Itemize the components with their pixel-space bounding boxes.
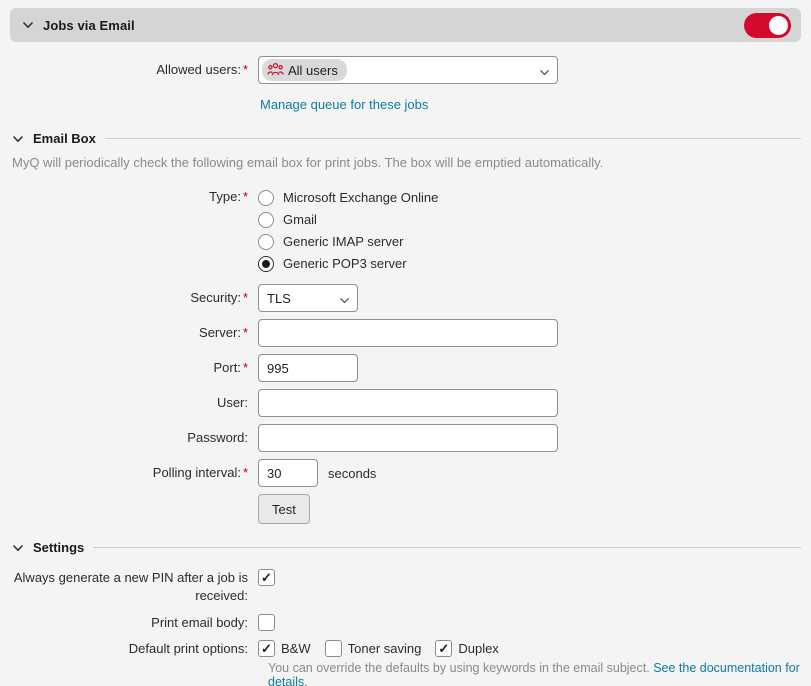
section-title: Email Box bbox=[33, 131, 96, 146]
generate-pin-label: Always generate a new PIN after a job is… bbox=[10, 569, 258, 604]
option-toner-saving[interactable]: Toner saving bbox=[325, 640, 422, 657]
section-divider bbox=[93, 547, 801, 548]
test-button[interactable]: Test bbox=[258, 494, 310, 524]
section-title: Settings bbox=[33, 540, 84, 555]
radio-option-generic-imap[interactable]: Generic IMAP server bbox=[258, 233, 438, 250]
section-header-settings[interactable]: Settings bbox=[12, 540, 801, 555]
generate-pin-row: Always generate a new PIN after a job is… bbox=[10, 569, 801, 604]
radio-icon[interactable] bbox=[258, 190, 274, 206]
duplex-checkbox[interactable] bbox=[435, 640, 452, 657]
type-options: Microsoft Exchange Online Gmail Generic … bbox=[258, 188, 438, 272]
password-row: Password: bbox=[10, 424, 801, 452]
required-asterisk: * bbox=[243, 360, 248, 375]
polling-interval-label: Polling interval:* bbox=[10, 464, 258, 482]
required-asterisk: * bbox=[243, 325, 248, 340]
radio-option-label: Microsoft Exchange Online bbox=[283, 190, 438, 205]
users-group-icon bbox=[267, 62, 284, 79]
user-label: User: bbox=[10, 394, 258, 412]
password-label: Password: bbox=[10, 429, 258, 447]
radio-option-generic-pop3[interactable]: Generic POP3 server bbox=[258, 255, 438, 272]
polling-interval-row: Polling interval:* seconds bbox=[10, 459, 801, 487]
radio-icon[interactable] bbox=[258, 256, 274, 272]
port-input[interactable] bbox=[258, 354, 358, 382]
default-print-options: B&W Toner saving Duplex bbox=[258, 640, 505, 657]
panel-header-jobs-via-email[interactable]: Jobs via Email bbox=[10, 8, 801, 42]
security-row: Security:* TLS bbox=[10, 284, 801, 312]
print-email-body-row: Print email body: bbox=[10, 614, 801, 632]
all-users-tag-label: All users bbox=[288, 63, 338, 78]
chevron-down-icon[interactable] bbox=[22, 19, 34, 31]
password-input[interactable] bbox=[258, 424, 558, 452]
port-row: Port:* bbox=[10, 354, 801, 382]
generate-pin-checkbox[interactable] bbox=[258, 569, 275, 586]
default-print-options-label: Default print options: bbox=[10, 640, 258, 658]
radio-option-label: Generic POP3 server bbox=[283, 256, 407, 271]
toggle-knob bbox=[769, 16, 788, 35]
required-asterisk: * bbox=[243, 189, 248, 204]
required-asterisk: * bbox=[243, 465, 248, 480]
polling-interval-unit: seconds bbox=[328, 466, 376, 481]
print-options-help: You can override the defaults by using k… bbox=[268, 661, 801, 686]
chevron-down-icon[interactable] bbox=[12, 542, 24, 554]
option-bw[interactable]: B&W bbox=[258, 640, 311, 657]
server-row: Server:* bbox=[10, 319, 801, 347]
allowed-users-label: Allowed users:* bbox=[10, 61, 258, 79]
manage-queue-link-row: Manage queue for these jobs bbox=[260, 96, 801, 114]
radio-option-exchange-online[interactable]: Microsoft Exchange Online bbox=[258, 189, 438, 206]
option-duplex[interactable]: Duplex bbox=[435, 640, 498, 657]
required-asterisk: * bbox=[243, 62, 248, 77]
radio-option-label: Generic IMAP server bbox=[283, 234, 403, 249]
section-divider bbox=[105, 138, 801, 139]
print-email-body-label: Print email body: bbox=[10, 614, 258, 632]
radio-icon[interactable] bbox=[258, 212, 274, 228]
all-users-tag[interactable]: All users bbox=[262, 59, 347, 81]
security-select-value: TLS bbox=[267, 291, 291, 306]
panel-title: Jobs via Email bbox=[43, 18, 135, 33]
toner-saving-label: Toner saving bbox=[348, 641, 422, 656]
jobs-via-email-toggle[interactable] bbox=[744, 13, 791, 38]
allowed-users-row: Allowed users:* All bbox=[10, 56, 801, 84]
help-text: You can override the defaults by using k… bbox=[268, 661, 650, 675]
chevron-down-icon bbox=[539, 66, 550, 81]
jobs-via-email-settings-page: Jobs via Email Allowed users:* bbox=[0, 0, 811, 686]
polling-interval-input[interactable] bbox=[258, 459, 318, 487]
user-row: User: bbox=[10, 389, 801, 417]
print-email-body-checkbox[interactable] bbox=[258, 614, 275, 631]
server-label: Server:* bbox=[10, 324, 258, 342]
bw-label: B&W bbox=[281, 641, 311, 656]
radio-option-label: Gmail bbox=[283, 212, 317, 227]
chevron-down-icon bbox=[339, 294, 350, 309]
test-row: Test bbox=[10, 494, 801, 524]
section-header-email-box[interactable]: Email Box bbox=[12, 131, 801, 146]
user-input[interactable] bbox=[258, 389, 558, 417]
type-label: Type:* bbox=[10, 188, 258, 206]
bw-checkbox[interactable] bbox=[258, 640, 275, 657]
toner-saving-checkbox[interactable] bbox=[325, 640, 342, 657]
server-input[interactable] bbox=[258, 319, 558, 347]
duplex-label: Duplex bbox=[458, 641, 498, 656]
radio-option-gmail[interactable]: Gmail bbox=[258, 211, 438, 228]
type-row: Type:* Microsoft Exchange Online Gmail G… bbox=[10, 188, 801, 272]
security-label: Security:* bbox=[10, 289, 258, 307]
email-box-description: MyQ will periodically check the followin… bbox=[12, 155, 801, 170]
allowed-users-select[interactable]: All users bbox=[258, 56, 558, 84]
default-print-options-row: Default print options: B&W Toner saving … bbox=[10, 640, 801, 658]
required-asterisk: * bbox=[243, 290, 248, 305]
port-label: Port:* bbox=[10, 359, 258, 377]
security-select[interactable]: TLS bbox=[258, 284, 358, 312]
manage-queue-link[interactable]: Manage queue for these jobs bbox=[260, 97, 428, 112]
radio-icon[interactable] bbox=[258, 234, 274, 250]
chevron-down-icon[interactable] bbox=[12, 133, 24, 145]
